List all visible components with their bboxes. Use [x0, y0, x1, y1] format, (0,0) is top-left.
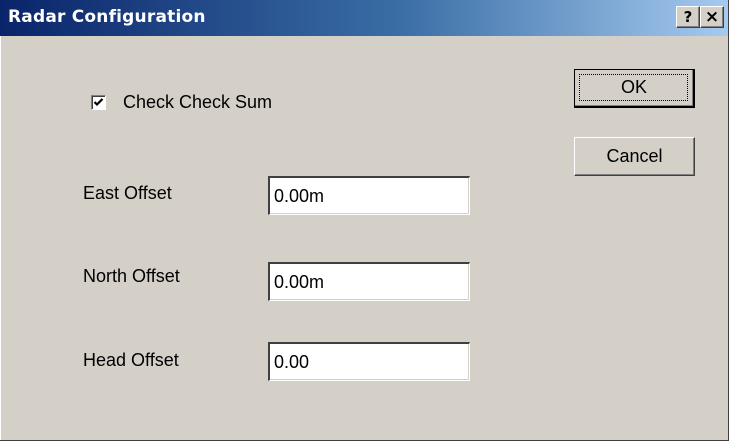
- title-bar[interactable]: Radar Configuration ? ×: [0, 0, 728, 36]
- window-title: Radar Configuration: [8, 7, 206, 27]
- help-icon[interactable]: ?: [676, 6, 700, 28]
- close-icon[interactable]: ×: [700, 6, 724, 28]
- head-offset-input[interactable]: [268, 342, 470, 381]
- ok-button-label: OK: [620, 77, 647, 97]
- check-checksum-checkbox[interactable]: [91, 95, 106, 110]
- check-checksum-label[interactable]: Check Check Sum: [123, 92, 272, 113]
- north-offset-input[interactable]: [268, 262, 470, 301]
- head-offset-label: Head Offset: [83, 350, 179, 370]
- cancel-button[interactable]: Cancel: [574, 137, 695, 176]
- east-offset-input[interactable]: [268, 176, 470, 215]
- north-offset-label: North Offset: [83, 266, 180, 286]
- checkmark-icon: [93, 98, 104, 107]
- east-offset-label: East Offset: [83, 183, 172, 203]
- radar-configuration-dialog: Radar Configuration ? × Check Check Sum …: [0, 0, 729, 441]
- ok-button[interactable]: OK: [574, 69, 695, 108]
